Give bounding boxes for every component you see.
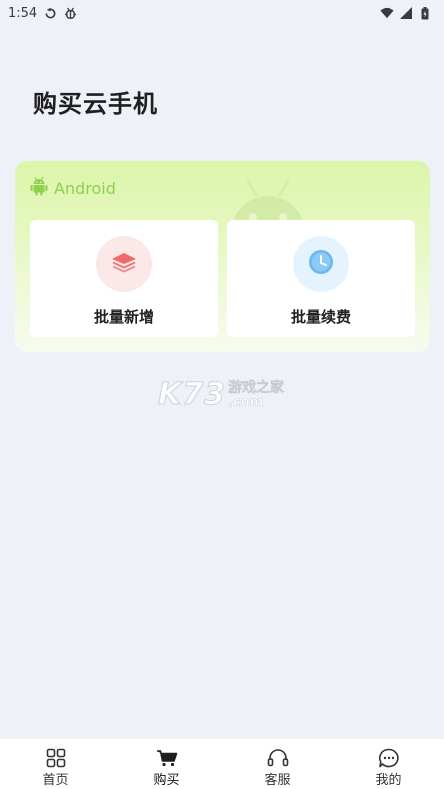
cart-icon: [155, 748, 179, 768]
watermark-cn: 游戏之家: [228, 380, 285, 397]
platform-label: Android: [54, 178, 116, 198]
watermark-side: 游戏之家 .com: [228, 377, 285, 411]
clock-icon: [307, 248, 335, 280]
status-bar: 1:54: [0, 0, 444, 26]
card-header: Android: [30, 176, 116, 200]
battery-icon: [418, 6, 432, 20]
tab-service[interactable]: 客服: [222, 739, 333, 789]
tab-buy[interactable]: 购买: [111, 739, 222, 789]
page-title: 购买云手机: [33, 90, 158, 118]
batch-add-icon-circle: [96, 236, 152, 292]
signal-icon: [399, 6, 413, 20]
tab-home[interactable]: 首页: [0, 739, 111, 789]
tab-service-label: 客服: [264, 773, 291, 788]
headset-icon: [266, 748, 290, 768]
bottom-tab-bar: 首页 购买 客服 我的: [0, 739, 444, 789]
batch-renew-icon-circle: [293, 236, 349, 292]
status-time: 1:54: [8, 5, 38, 21]
chat-icon: [377, 748, 401, 768]
site-watermark: K73 游戏之家 .com: [158, 377, 285, 413]
android-icon: [30, 176, 48, 200]
sync-icon: [43, 6, 57, 20]
watermark-main: K73: [158, 377, 226, 413]
grid-icon: [44, 748, 68, 768]
wifi-icon: [380, 6, 394, 20]
batch-renew-button[interactable]: 批量续费: [227, 220, 415, 337]
android-card: Android 批量新增 批量续费: [15, 161, 430, 352]
status-left: 1:54: [8, 6, 77, 21]
status-right: [380, 6, 432, 20]
watermark-suffix: .com: [228, 395, 264, 411]
batch-renew-label: 批量续费: [290, 308, 351, 326]
tab-mine[interactable]: 我的: [333, 739, 444, 789]
tab-buy-label: 购买: [153, 773, 180, 788]
tab-home-label: 首页: [42, 773, 69, 788]
bug-icon: [63, 6, 77, 20]
tab-mine-label: 我的: [375, 773, 402, 788]
batch-add-button[interactable]: 批量新增: [30, 220, 218, 337]
batch-add-label: 批量新增: [93, 308, 154, 326]
layers-icon: [110, 248, 138, 280]
